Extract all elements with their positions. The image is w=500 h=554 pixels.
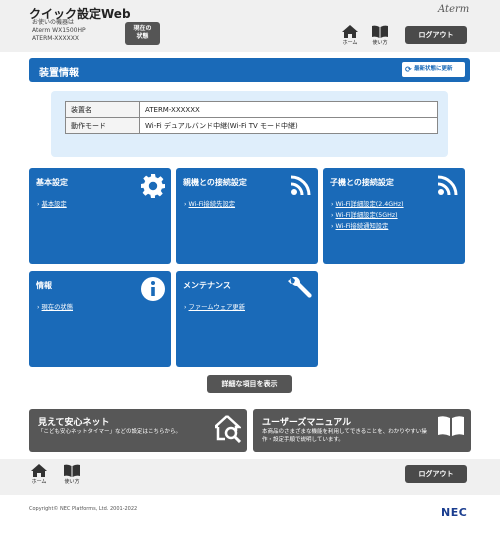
table-key: 動作モード: [65, 117, 140, 134]
show-details-button[interactable]: 詳細な項目を表示: [207, 375, 292, 393]
user-manual-text: 本商品のさまざまな機能を利用してできることを、わかりやすい操作・設定手順で説明し…: [262, 429, 427, 443]
help-label: 使い方: [64, 479, 80, 485]
tile-parent-connection: 親機との接続設定 Wi-Fi接続先設定: [176, 168, 318, 264]
logout-button[interactable]: ログアウト: [405, 26, 467, 44]
device-name: ATERM-XXXXXX: [32, 35, 79, 42]
footer-logout-button[interactable]: ログアウト: [405, 465, 467, 483]
status-button[interactable]: 現在の 状態: [125, 22, 160, 45]
device-caption: お使いの機器は: [32, 19, 75, 26]
table-row: 装置名 ATERM-XXXXXX: [65, 101, 438, 118]
tile-basic-settings: 基本設定 基本設定: [29, 168, 171, 264]
safety-net-text: 「こども安心ネットタイマー」などの設定はこちらから。: [38, 429, 182, 435]
tile-title: 親機との接続設定: [183, 178, 247, 187]
tile-title: メンテナンス: [183, 281, 231, 290]
info-icon: [141, 277, 165, 301]
link-current-status[interactable]: 現在の状態: [37, 302, 73, 313]
tile-maintenance: メンテナンス ファームウェア更新: [176, 271, 318, 367]
home-button[interactable]: ホーム: [339, 25, 361, 46]
link-basic-settings[interactable]: 基本設定: [37, 199, 67, 210]
section-title: 装置情報: [39, 68, 79, 79]
link-wifi-detail-24ghz[interactable]: Wi-Fi詳細設定(2.4GHz): [331, 199, 404, 210]
device-info-bar: 装置情報 ⟳ 最新状態に更新: [29, 58, 470, 82]
home-icon: [342, 25, 358, 38]
table-key: 装置名: [65, 101, 140, 118]
home-label: ホーム: [31, 479, 47, 485]
link-firmware-update[interactable]: ファームウェア更新: [184, 302, 245, 313]
table-row: 動作モード Wi-Fi デュアルバンド中継(Wi-Fi TV モード中継): [65, 117, 438, 134]
table-value: Wi-Fi デュアルバンド中継(Wi-Fi TV モード中継): [139, 117, 438, 134]
book-icon: [372, 25, 388, 38]
footer-bar: ホーム 使い方 ログアウト: [0, 459, 500, 495]
footer-help-button[interactable]: 使い方: [61, 464, 83, 485]
home-label: ホーム: [342, 40, 358, 46]
header: クイック設定Web お使いの機器は Aterm WX1500HP ATERM-X…: [0, 0, 500, 52]
help-label: 使い方: [372, 40, 388, 46]
safety-net-title: 見えて安心ネット: [38, 418, 110, 428]
nec-logo: NEC: [441, 506, 468, 519]
wifi-icon: [290, 175, 311, 196]
tile-title: 子機との接続設定: [330, 178, 394, 187]
open-book-icon: [438, 416, 464, 436]
user-manual-tile[interactable]: ユーザーズマニュアル 本商品のさまざまな機能を利用してできることを、わかりやすい…: [253, 409, 471, 452]
refresh-label: 最新状態に更新: [414, 66, 453, 72]
gear-icon: [141, 174, 165, 198]
device-model: Aterm WX1500HP: [32, 27, 86, 34]
refresh-icon: ⟳: [405, 65, 412, 74]
refresh-button[interactable]: ⟳ 最新状態に更新: [402, 62, 465, 77]
house-search-icon: [215, 415, 241, 443]
tile-title: 基本設定: [36, 178, 68, 187]
tile-child-connection: 子機との接続設定 Wi-Fi詳細設定(2.4GHz) Wi-Fi詳細設定(5GH…: [323, 168, 465, 264]
user-manual-title: ユーザーズマニュアル: [262, 418, 352, 428]
book-icon: [64, 464, 80, 477]
device-info: お使いの機器は Aterm WX1500HP ATERM-XXXXXX: [32, 19, 86, 43]
link-wifi-detail-5ghz[interactable]: Wi-Fi詳細設定(5GHz): [331, 210, 404, 221]
help-button[interactable]: 使い方: [369, 25, 391, 46]
home-icon: [31, 464, 47, 477]
device-info-panel: 装置名 ATERM-XXXXXX 動作モード Wi-Fi デュアルバンド中継(W…: [51, 91, 448, 157]
wifi-icon: [437, 175, 458, 196]
table-value: ATERM-XXXXXX: [139, 101, 438, 118]
safety-net-tile[interactable]: 見えて安心ネット 「こども安心ネットタイマー」などの設定はこちらから。: [29, 409, 247, 452]
link-wifi-connect-notify[interactable]: Wi-Fi接続通知設定: [331, 221, 404, 232]
device-info-table: 装置名 ATERM-XXXXXX 動作モード Wi-Fi デュアルバンド中継(W…: [65, 101, 438, 134]
copyright: Copyright© NEC Platforms, Ltd. 2001-2022: [29, 506, 138, 512]
link-wifi-connect-target[interactable]: Wi-Fi接続先設定: [184, 199, 236, 210]
aterm-logo: Aterm: [438, 4, 470, 15]
footer-home-button[interactable]: ホーム: [28, 464, 50, 485]
tile-title: 情報: [36, 281, 52, 290]
tile-information: 情報 現在の状態: [29, 271, 171, 367]
wrench-icon: [288, 277, 312, 298]
